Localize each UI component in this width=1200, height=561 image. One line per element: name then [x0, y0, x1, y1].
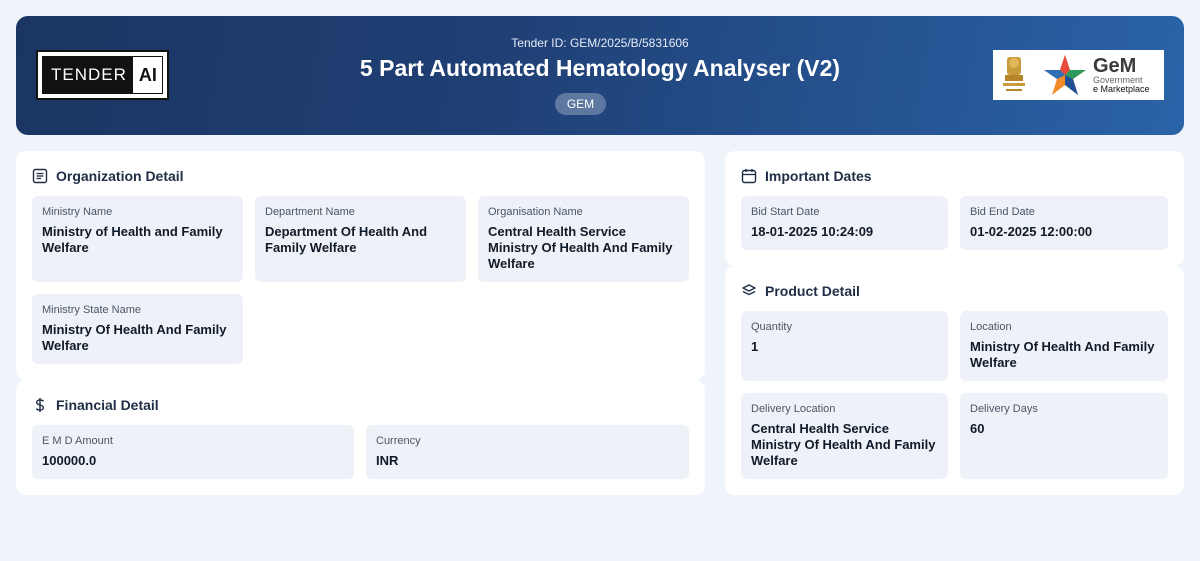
organisation-name-field: Organisation Name Central Health Service… [478, 196, 689, 282]
organization-detail-card: Organization Detail Ministry Name Minist… [16, 151, 705, 380]
bid-start-date-field: Bid Start Date 18-01-2025 10:24:09 [741, 196, 948, 250]
ministry-state-name-field: Ministry State Name Ministry Of Health A… [32, 294, 243, 364]
tender-id: Tender ID: GEM/2025/B/5831606 [511, 36, 689, 50]
gem-logo: GeM Government e Marketplace [993, 50, 1164, 100]
delivery-days-field: Delivery Days 60 [960, 393, 1168, 479]
ministry-name-field: Ministry Name Ministry of Health and Fam… [32, 196, 243, 282]
organization-detail-title: Organization Detail [56, 168, 184, 184]
emd-amount-field: E M D Amount 100000.0 [32, 425, 354, 479]
calendar-icon [741, 169, 757, 184]
list-icon [32, 168, 48, 184]
header-banner: TENDER AI Tender ID: GEM/2025/B/5831606 … [16, 16, 1184, 135]
product-detail-card: Product Detail Quantity 1 Location Minis… [725, 266, 1184, 495]
product-detail-title: Product Detail [765, 283, 860, 299]
source-badge: GEM [555, 93, 606, 115]
gem-logo-text: GeM [1093, 55, 1137, 77]
department-name-field: Department Name Department Of Health And… [255, 196, 466, 282]
financial-detail-title: Financial Detail [56, 397, 159, 413]
gem-logo-subtext2: e Marketplace [1093, 84, 1150, 94]
financial-detail-card: Financial Detail E M D Amount 100000.0 C… [16, 380, 705, 495]
important-dates-card: Important Dates Bid Start Date 18-01-202… [725, 151, 1184, 266]
emblem-icon [1003, 57, 1025, 91]
dollar-icon [35, 398, 45, 412]
bid-end-date-field: Bid End Date 01-02-2025 12:00:00 [960, 196, 1168, 250]
gem-star-icon [1044, 55, 1086, 95]
quantity-field: Quantity 1 [741, 311, 948, 381]
currency-field: Currency INR [366, 425, 689, 479]
layers-icon [742, 284, 756, 296]
location-field: Location Ministry Of Health And Family W… [960, 311, 1168, 381]
important-dates-title: Important Dates [765, 168, 872, 184]
delivery-location-field: Delivery Location Central Health Service… [741, 393, 948, 479]
